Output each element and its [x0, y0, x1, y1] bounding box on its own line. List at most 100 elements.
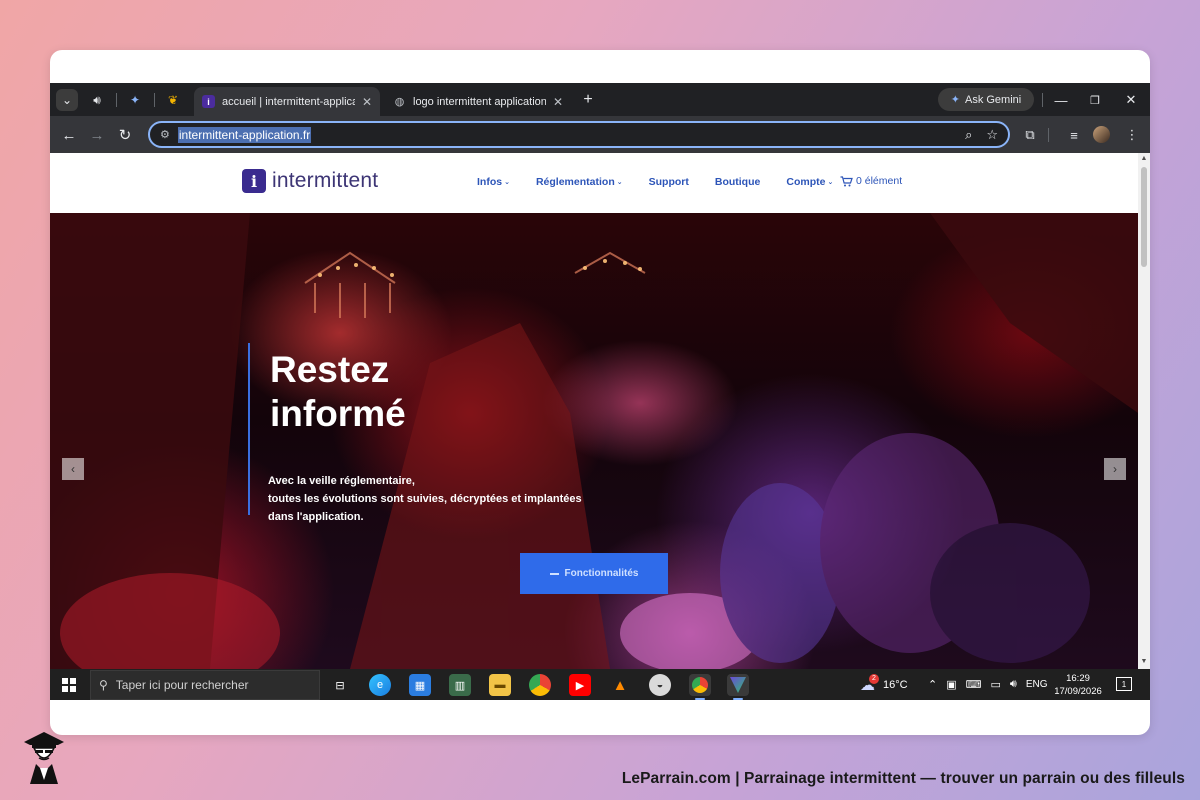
hero-title-line: Restez [270, 349, 390, 390]
task-view-icon[interactable]: ⊟ [329, 674, 351, 696]
hero-description: Avec la veille réglementaire, toutes les… [268, 472, 598, 526]
tab-title: accueil | intermittent-application [222, 95, 355, 108]
edge-icon[interactable]: e [369, 674, 391, 696]
restore-icon[interactable]: ❐ [1084, 89, 1106, 111]
temperature: 16°C [883, 678, 908, 691]
network-icon[interactable]: ⌨︎ [966, 678, 982, 691]
globe-icon: ◍ [394, 96, 405, 108]
language-indicator[interactable]: ENG [1026, 679, 1048, 690]
cloud-icon: ☁ 2 [860, 673, 879, 694]
screenshot-card: ⌄ 🔊︎ ✦ ❦ i accueil | intermittent-applic… [50, 50, 1150, 735]
scroll-thumb[interactable] [1141, 167, 1147, 267]
minimize-icon[interactable]: — [1050, 89, 1072, 111]
address-bar[interactable]: ⚙︎ intermittent-application.fr ⌕ ☆ [148, 121, 1010, 148]
tab-logo-search[interactable]: ◍ logo intermittent application - Re ✕ [385, 87, 571, 116]
menu-item-infos[interactable]: Infos ⌄ [477, 176, 510, 188]
bookmark-star-icon[interactable]: ☆ [986, 127, 998, 143]
reading-list-icon[interactable]: ≡ [1064, 125, 1084, 145]
ask-gemini-button[interactable]: ✦ Ask Gemini [938, 88, 1034, 111]
fonctionnalites-button[interactable]: Fonctionnalités [520, 553, 668, 594]
web-page: i intermittent Infos ⌄ Réglementation ⌄ Su… [50, 153, 1138, 669]
windows-taskbar: ⚲ Taper ici pour rechercher ⊟ e ▦ ▥ ▬ ▶ … [50, 669, 1150, 700]
chevron-up-icon[interactable]: ⌃ [928, 678, 937, 691]
cart-link[interactable]: 0 élément [840, 175, 902, 187]
hero-text-line: dans l'application. [268, 511, 364, 523]
chevron-down-icon: ⌄ [504, 179, 510, 186]
search-icon: ⚲ [99, 678, 108, 692]
window-close-icon[interactable]: ✕ [1120, 89, 1142, 111]
chevron-down-icon: ⌄ [616, 179, 623, 186]
tab-title: logo intermittent application - Re [413, 95, 546, 108]
reload-icon[interactable]: ↻ [114, 124, 136, 146]
main-menu: Infos ⌄ Réglementation ⌄ Support Boutique … [477, 176, 833, 188]
taskbar-search-placeholder: Taper ici pour rechercher [115, 678, 249, 692]
taskbar-clock[interactable]: 16:29 17/09/2026 [1048, 672, 1108, 698]
weather-widget[interactable]: ☁ 2 16°C [860, 669, 908, 700]
cart-label: 0 élément [856, 175, 903, 187]
hero-text-line: Avec la veille réglementaire, [268, 475, 415, 487]
close-icon[interactable]: ✕ [362, 95, 372, 109]
dash-icon [549, 572, 559, 575]
menu-label: Réglementation [535, 176, 615, 188]
menu-label: Infos [477, 176, 503, 188]
hero-text-line: toutes les évolutions sont suivies, décr… [268, 493, 582, 505]
hero-slider: Restez informé Avec la veille réglementa… [50, 213, 1138, 669]
gemini-sparkle-icon[interactable]: ✦ [124, 89, 146, 111]
browser-window: ⌄ 🔊︎ ✦ ❦ i accueil | intermittent-applic… [50, 83, 1150, 700]
forward-arrow-icon[interactable]: → [86, 124, 108, 146]
profile-avatar[interactable] [1093, 126, 1110, 143]
tab-search-button[interactable]: ⌄ [56, 89, 78, 111]
youtube-icon[interactable]: ▶ [569, 674, 591, 696]
menu-item-boutique[interactable]: Boutique [715, 176, 761, 188]
intermittent-logo-icon: i [202, 95, 215, 108]
notification-center-icon[interactable]: 1 [1116, 677, 1132, 691]
logo-text: intermittent [272, 169, 379, 192]
hero-title-line: informé [270, 393, 406, 434]
site-logo[interactable]: i intermittent [242, 169, 378, 193]
device-icon[interactable]: ▣ [946, 678, 956, 691]
menu-item-reglementation[interactable]: Réglementation ⌄ [536, 176, 623, 188]
chevron-down-icon: ⌄ [827, 179, 834, 186]
clock-time: 16:29 [1066, 673, 1090, 684]
taskbar-search-box[interactable]: ⚲ Taper ici pour rechercher [90, 670, 320, 700]
site-header: i intermittent Infos ⌄ Réglementation ⌄ Su… [50, 153, 1138, 213]
menu-item-compte[interactable]: Compte ⌄ [786, 176, 833, 188]
close-icon[interactable]: ✕ [553, 95, 563, 109]
store-icon[interactable]: ▦ [409, 674, 431, 696]
zoom-icon[interactable]: ⌕ [965, 127, 972, 143]
back-arrow-icon[interactable]: ← [58, 124, 80, 146]
hero-title: Restez informé [270, 348, 406, 436]
app-active-icon[interactable] [727, 674, 749, 700]
tab-accueil[interactable]: i accueil | intermittent-application ✕ [194, 87, 380, 116]
scroll-up-icon[interactable]: ▲ [1140, 155, 1148, 162]
volume-icon[interactable]: 🔊︎ [1010, 678, 1017, 691]
new-tab-button[interactable]: + [577, 89, 599, 111]
folder-icon[interactable]: ▬ [489, 674, 511, 696]
system-tray: ⌃ ▣ ⌨︎ ▭ 🔊︎ ENG [928, 669, 1048, 700]
url-selected: intermittent-application.fr [177, 126, 312, 143]
site-settings-icon[interactable]: ⚙︎ [160, 128, 170, 141]
menu-label: Boutique [714, 176, 761, 188]
windows-start-icon[interactable] [62, 678, 76, 692]
menu-kebab-icon[interactable]: ⋮ [1122, 125, 1142, 145]
menu-item-support[interactable]: Support [649, 176, 689, 188]
slider-next-button[interactable]: › [1104, 458, 1126, 480]
cart-icon [840, 175, 853, 186]
paint-icon[interactable]: ◒ [649, 674, 671, 696]
chart-app-icon[interactable]: ▥ [449, 674, 471, 696]
battery-icon[interactable]: ▭ [991, 678, 1001, 691]
ask-gemini-label: Ask Gemini [964, 93, 1022, 106]
url-text[interactable]: intermittent-application.fr [177, 126, 312, 143]
vlc-icon[interactable]: ▲ [609, 674, 631, 696]
extension-pinned-icon[interactable]: ❦ [162, 89, 184, 111]
chrome-icon[interactable] [529, 674, 551, 696]
tab-divider [116, 93, 117, 107]
slider-prev-button[interactable]: ‹ [62, 458, 84, 480]
audio-icon[interactable]: 🔊︎ [86, 89, 108, 111]
scroll-down-icon[interactable]: ▼ [1140, 658, 1148, 665]
leparrain-mascot-logo [24, 732, 64, 784]
page-scrollbar[interactable]: ▲ ▼ [1138, 153, 1150, 669]
chrome-active-icon[interactable] [689, 674, 711, 700]
extensions-puzzle-icon[interactable]: ⧉ [1020, 125, 1040, 145]
menu-label: Support [648, 176, 689, 188]
